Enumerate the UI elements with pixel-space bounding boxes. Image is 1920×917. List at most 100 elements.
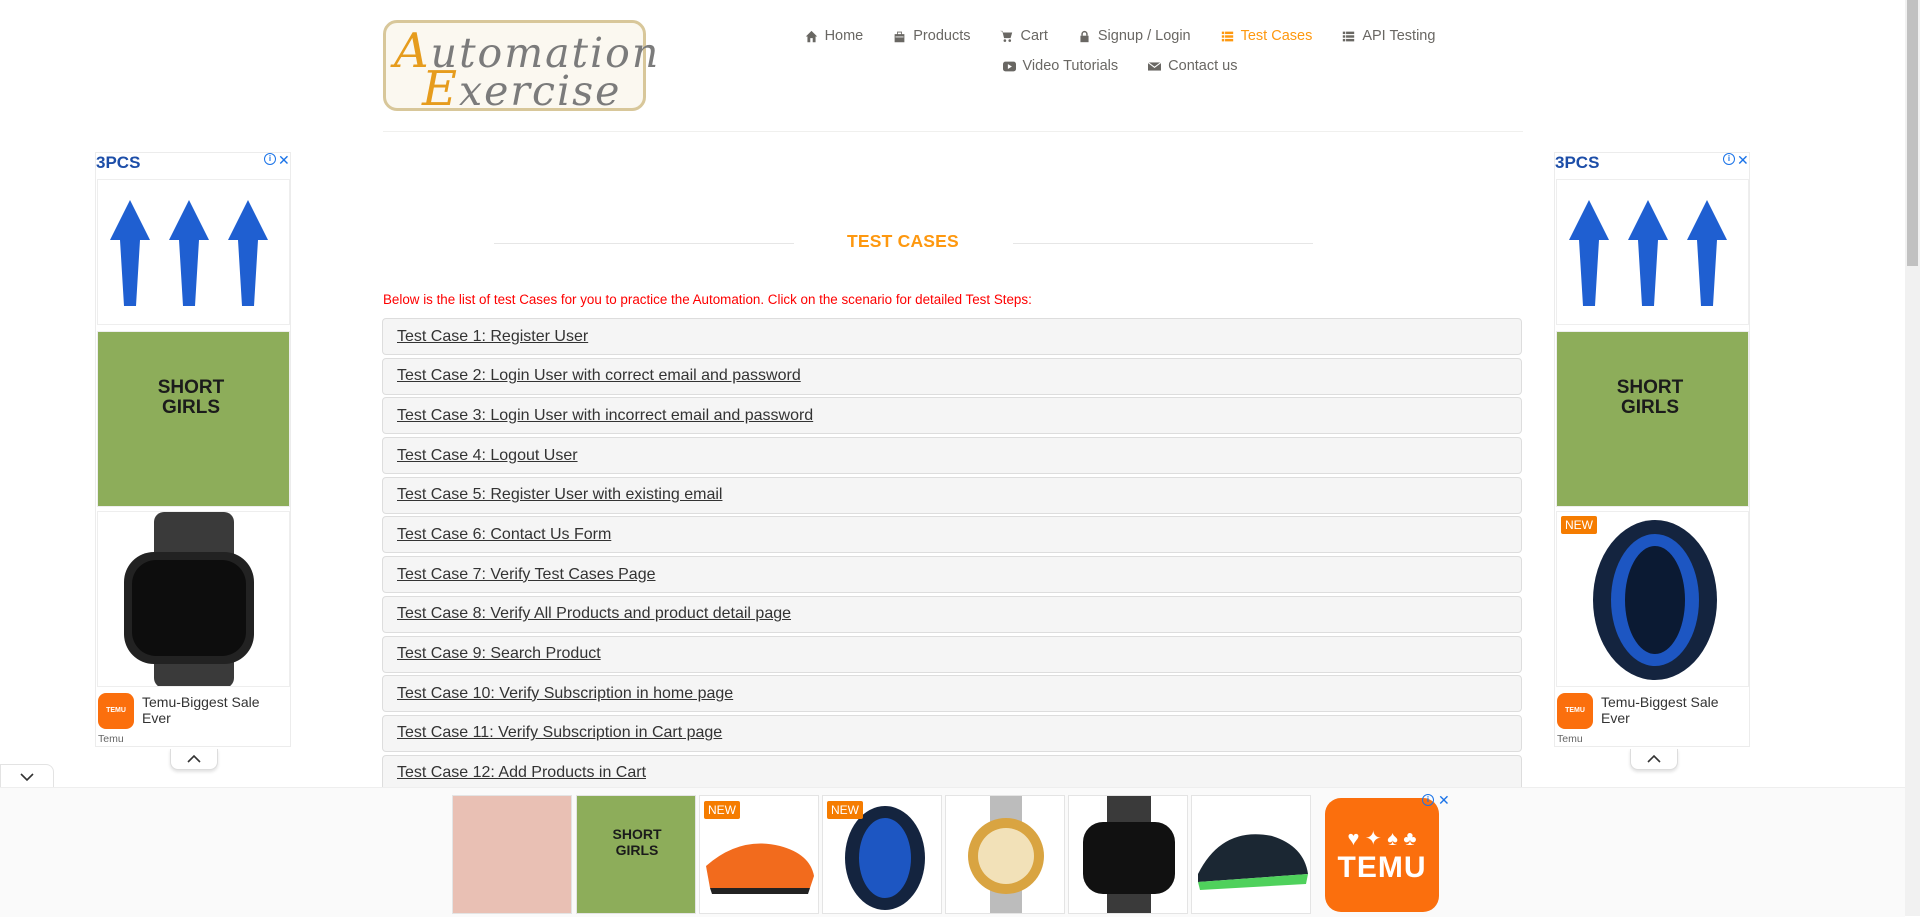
ad-headline: 3PCS xyxy=(1555,153,1600,172)
nav-api-testing[interactable]: API Testing xyxy=(1327,26,1450,46)
products-icon xyxy=(893,30,906,43)
nav-products[interactable]: Products xyxy=(878,26,985,46)
right-ad[interactable]: 3PCS i ✕ SHORT GIRLS NEW TEMU Temu-Bigge… xyxy=(1554,152,1750,747)
test-case-row[interactable]: Test Case 12: Add Products in Cart xyxy=(382,754,1522,792)
test-case-row[interactable]: Test Case 8: Verify All Products and pro… xyxy=(382,595,1522,633)
test-case-row[interactable]: Test Case 4: Logout User xyxy=(382,437,1522,475)
nav-home[interactable]: Home xyxy=(790,26,879,46)
scrollbar-thumb[interactable] xyxy=(1907,0,1918,266)
nav-contact-us[interactable]: Contact us xyxy=(1133,56,1252,76)
spike-image-icon xyxy=(110,200,268,306)
page-title: TEST CASES xyxy=(847,231,959,251)
ad-title[interactable]: Temu-Biggest Sale Ever xyxy=(142,694,282,726)
test-case-link[interactable]: Test Case 7: Verify Test Cases Page xyxy=(397,566,656,584)
list-icon xyxy=(1342,30,1355,43)
test-case-row[interactable]: Test Case 2: Login User with correct ema… xyxy=(382,357,1522,395)
ad-brand: Temu xyxy=(1557,733,1583,745)
temu-figures-icon: ♥ ✦ ♠ ♣ xyxy=(1347,828,1417,850)
watch-image-icon xyxy=(1083,796,1175,913)
test-case-link[interactable]: Test Case 9: Search Product xyxy=(397,645,601,663)
test-case-link[interactable]: Test Case 3: Login User with incorrect e… xyxy=(397,407,813,425)
ad-card-ring[interactable]: NEW xyxy=(822,795,942,914)
shirt-print: SHORT GIRLS xyxy=(157,377,225,418)
ad-image-spikes[interactable] xyxy=(1556,179,1749,325)
bottom-ad-bar: SHORT GIRLS NEW NEW ♥ ✦ ♠ ♣ TEMU i ✕ xyxy=(0,787,1905,917)
test-case-link[interactable]: Test Case 4: Logout User xyxy=(397,447,578,465)
ad-card-leggings[interactable] xyxy=(452,795,572,914)
cart-icon xyxy=(1000,30,1013,43)
list-icon xyxy=(1221,30,1234,43)
nav-label: API Testing xyxy=(1362,28,1436,44)
logo-line2-rest: xercise xyxy=(459,67,622,115)
left-ad-collapse[interactable] xyxy=(170,749,218,770)
ad-image-shirt[interactable]: SHORT GIRLS xyxy=(1556,331,1749,507)
test-case-link[interactable]: Test Case 8: Verify All Products and pro… xyxy=(397,605,791,623)
new-badge: NEW xyxy=(704,801,740,819)
nav-label: Home xyxy=(824,28,864,44)
ad-card-gold-watch[interactable] xyxy=(945,795,1065,914)
close-icon[interactable]: ✕ xyxy=(1737,153,1749,169)
ad-card-shoes[interactable]: NEW xyxy=(699,795,819,914)
test-case-link[interactable]: Test Case 6: Contact Us Form xyxy=(397,526,611,544)
header-divider xyxy=(383,131,1523,132)
logo-line2-initial: E xyxy=(422,61,460,117)
nav-test-cases[interactable]: Test Cases xyxy=(1206,26,1328,46)
temu-logo[interactable]: TEMU xyxy=(98,693,134,729)
test-case-row[interactable]: Test Case 9: Search Product xyxy=(382,635,1522,673)
sneaker-image-icon xyxy=(1198,834,1308,890)
new-badge: NEW xyxy=(1561,516,1597,534)
ad-info-icon[interactable]: i xyxy=(1422,794,1434,806)
test-case-row[interactable]: Test Case 7: Verify Test Cases Page xyxy=(382,556,1522,594)
envelope-icon xyxy=(1148,60,1162,73)
test-case-list: Test Case 1: Register User Test Case 2: L… xyxy=(382,318,1522,794)
watch-image-icon xyxy=(124,512,254,686)
test-case-row[interactable]: Test Case 10: Verify Subscription in hom… xyxy=(382,675,1522,713)
temu-logo[interactable]: TEMU xyxy=(1557,693,1593,729)
test-case-row[interactable]: Test Case 11: Verify Subscription in Car… xyxy=(382,714,1522,752)
close-icon[interactable]: ✕ xyxy=(278,153,290,169)
close-icon[interactable]: ✕ xyxy=(1438,792,1450,809)
ring-image-icon xyxy=(1593,520,1717,680)
temu-brand-tile[interactable]: ♥ ✦ ♠ ♣ TEMU xyxy=(1325,798,1439,912)
nav-label: Cart xyxy=(1020,28,1048,44)
home-icon xyxy=(805,30,818,43)
site-logo[interactable]: Automation Exercise xyxy=(383,20,658,113)
nav-label: Products xyxy=(913,28,971,44)
test-case-link[interactable]: Test Case 2: Login User with correct ema… xyxy=(397,367,801,385)
nav-label: Contact us xyxy=(1168,58,1238,74)
nav-signup-login[interactable]: Signup / Login xyxy=(1063,26,1206,46)
nav-row-2: Video Tutorials Contact us xyxy=(780,56,1460,76)
title-rule-left xyxy=(494,243,794,244)
ad-card-sneaker[interactable] xyxy=(1191,795,1311,914)
test-case-link[interactable]: Test Case 12: Add Products in Cart xyxy=(397,764,646,782)
test-case-row[interactable]: Test Case 5: Register User with existing… xyxy=(382,476,1522,514)
nav-video-tutorials[interactable]: Video Tutorials xyxy=(988,56,1134,76)
ad-info-icon[interactable]: i xyxy=(1723,153,1735,165)
test-case-row[interactable]: Test Case 3: Login User with incorrect e… xyxy=(382,397,1522,435)
bottom-ad-collapse[interactable] xyxy=(0,764,54,787)
ad-card-smartwatch[interactable] xyxy=(1068,795,1188,914)
test-case-row[interactable]: Test Case 1: Register User xyxy=(382,318,1522,355)
ad-image-shirt[interactable]: SHORT GIRLS xyxy=(97,331,290,507)
ad-image-spikes[interactable] xyxy=(97,179,290,325)
ad-image-watch[interactable] xyxy=(97,511,290,687)
nav-row-1: Home Products Cart Signup / Login Test Cases… xyxy=(780,26,1460,46)
test-case-link[interactable]: Test Case 1: Register User xyxy=(397,328,588,346)
ad-image-ring[interactable]: NEW xyxy=(1556,511,1749,687)
test-case-link[interactable]: Test Case 11: Verify Subscription in Car… xyxy=(397,724,722,742)
test-case-row[interactable]: Test Case 6: Contact Us Form xyxy=(382,516,1522,554)
ad-title[interactable]: Temu-Biggest Sale Ever xyxy=(1601,694,1741,726)
nav-cart[interactable]: Cart xyxy=(985,26,1062,46)
nav-label: Video Tutorials xyxy=(1022,58,1119,74)
ad-card-shirt[interactable]: SHORT GIRLS xyxy=(576,795,696,914)
main-nav: Home Products Cart Signup / Login Test Cases… xyxy=(780,26,1460,76)
intro-text: Below is the list of test Cases for you … xyxy=(383,292,1032,307)
gold-watch-icon xyxy=(968,796,1044,913)
test-case-link[interactable]: Test Case 10: Verify Subscription in hom… xyxy=(397,685,733,703)
left-ad[interactable]: 3PCS i ✕ SHORT GIRLS TEMU Temu-Biggest S… xyxy=(95,152,291,747)
test-case-link[interactable]: Test Case 5: Register User with existing… xyxy=(397,486,722,504)
right-ad-collapse[interactable] xyxy=(1630,749,1678,770)
ad-headline: 3PCS xyxy=(96,153,141,172)
ad-brand: Temu xyxy=(98,733,124,745)
ad-info-icon[interactable]: i xyxy=(264,153,276,165)
